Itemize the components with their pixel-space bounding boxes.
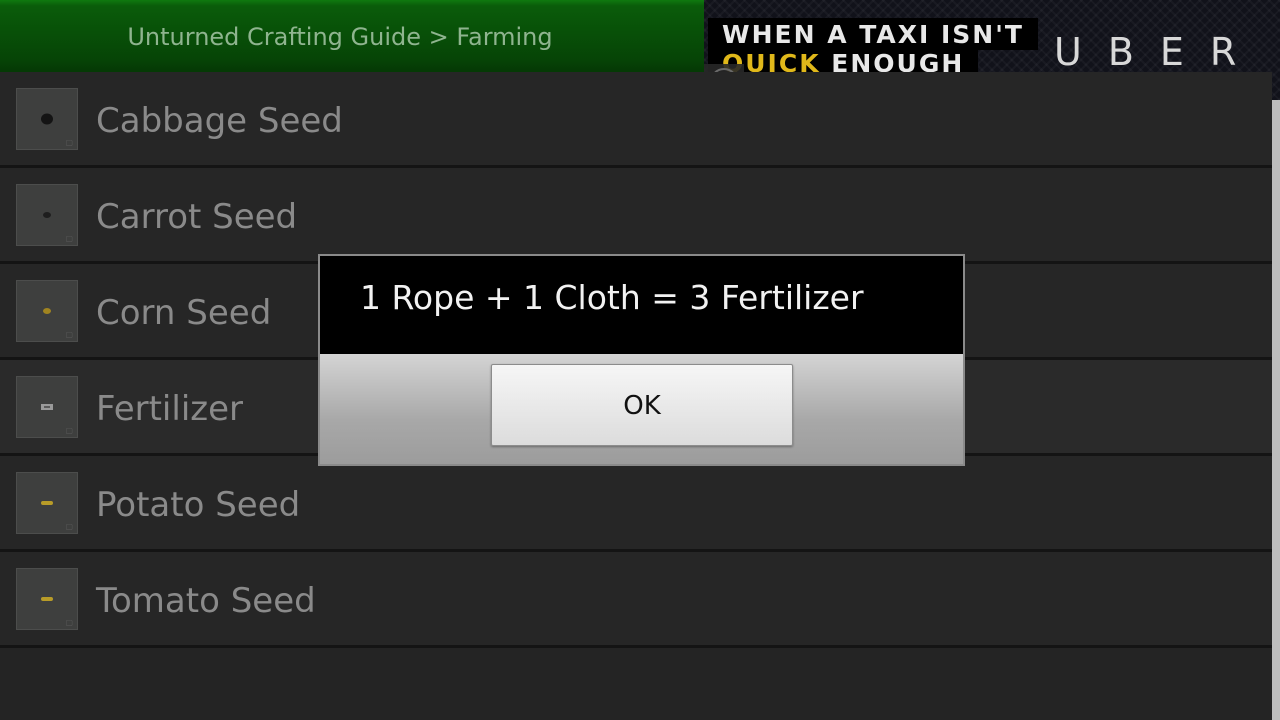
dialog-message: 1 Rope + 1 Cloth = 3 Fertilizer xyxy=(360,278,864,317)
dialog-button-bar: OK xyxy=(320,354,963,464)
dialog-message-area: 1 Rope + 1 Cloth = 3 Fertilizer xyxy=(320,256,963,354)
recipe-dialog: 1 Rope + 1 Cloth = 3 Fertilizer OK xyxy=(318,254,965,466)
ok-button[interactable]: OK xyxy=(491,364,793,446)
